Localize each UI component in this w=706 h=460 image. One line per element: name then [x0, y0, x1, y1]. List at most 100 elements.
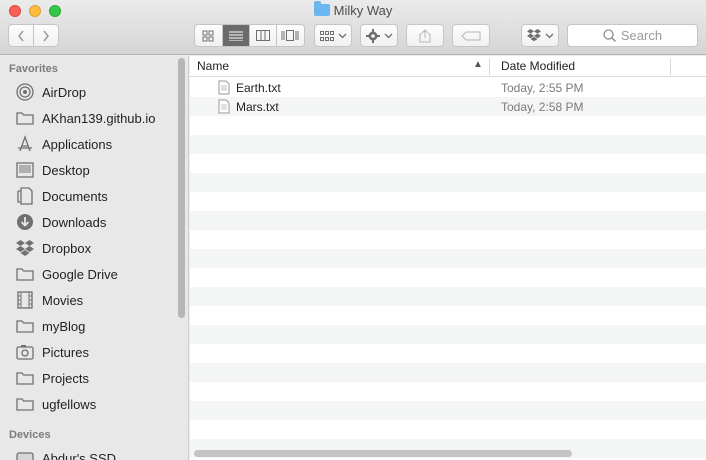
sidebar-item-label: AKhan139.github.io — [42, 110, 156, 126]
window-title-text: Milky Way — [333, 3, 393, 18]
empty-row — [190, 173, 706, 192]
file-list: Name ▲ Date Modified Earth.txt Today, 2:… — [190, 56, 706, 460]
sidebar: Favorites AirDrop AKhan139.github.io App… — [0, 56, 189, 460]
folder-icon — [16, 109, 34, 127]
disk-icon — [16, 449, 34, 460]
sidebar-item-label: Desktop — [42, 162, 90, 178]
folder-icon — [16, 395, 34, 413]
gear-icon — [365, 28, 380, 43]
icon-view-button[interactable] — [195, 25, 223, 46]
sidebar-item-ssd[interactable]: Abdur's SSD — [16, 447, 116, 460]
downloads-icon — [16, 213, 34, 231]
share-icon — [419, 28, 431, 42]
sidebar-item-label: Google Drive — [42, 266, 118, 282]
tag-icon — [461, 31, 481, 40]
tags-button[interactable] — [452, 24, 490, 47]
chevron-right-icon — [43, 30, 49, 41]
file-name: Mars.txt — [236, 100, 279, 114]
empty-row — [190, 211, 706, 230]
folder-icon — [313, 1, 330, 16]
action-button[interactable] — [360, 24, 398, 47]
sidebar-item-pictures[interactable]: Pictures — [16, 341, 89, 363]
empty-row — [190, 344, 706, 363]
chevron-left-icon — [18, 30, 24, 41]
desktop-icon — [16, 161, 34, 179]
file-row-earth[interactable]: Earth.txt Today, 2:55 PM — [190, 78, 706, 97]
coverflow-view-icon — [281, 30, 299, 41]
arrange-button[interactable] — [314, 24, 352, 47]
sidebar-item-label: Abdur's SSD — [42, 450, 117, 460]
folder-icon — [16, 317, 34, 335]
column-divider[interactable] — [489, 58, 490, 75]
sidebar-item-documents[interactable]: Documents — [16, 185, 108, 207]
sidebar-item-desktop[interactable]: Desktop — [16, 159, 90, 181]
text-file-icon — [218, 99, 230, 117]
folder-icon — [16, 369, 34, 387]
dropbox-icon — [16, 239, 34, 257]
arrange-icon — [319, 30, 334, 41]
sidebar-item-label: Projects — [42, 370, 89, 386]
airdrop-icon — [16, 83, 34, 101]
date-modified-column-header[interactable]: Date Modified — [501, 59, 575, 73]
empty-row — [190, 401, 706, 420]
documents-icon — [16, 187, 34, 205]
search-placeholder: Search — [620, 28, 663, 43]
empty-row — [190, 116, 706, 135]
sidebar-item-downloads[interactable]: Downloads — [16, 211, 106, 233]
search-input[interactable]: Search — [567, 24, 698, 47]
empty-row — [190, 325, 706, 344]
forward-button[interactable] — [34, 25, 58, 46]
empty-row — [190, 420, 706, 439]
sidebar-item-myblog[interactable]: myBlog — [16, 315, 85, 337]
chevron-down-icon — [338, 33, 346, 38]
sidebar-item-dropbox[interactable]: Dropbox — [16, 237, 91, 259]
list-view-button[interactable] — [222, 25, 250, 46]
dropbox-icon — [526, 29, 541, 42]
file-date: Today, 2:55 PM — [501, 81, 584, 95]
coverflow-view-button[interactable] — [277, 25, 304, 46]
sidebar-item-label: Documents — [42, 188, 108, 204]
list-view-icon — [228, 31, 243, 41]
empty-row — [190, 154, 706, 173]
name-column-header[interactable]: Name — [197, 59, 229, 73]
empty-row — [190, 249, 706, 268]
back-button[interactable] — [9, 25, 34, 46]
column-view-button[interactable] — [250, 25, 277, 46]
sidebar-item-label: AirDrop — [42, 84, 87, 100]
sidebar-item-movies[interactable]: Movies — [16, 289, 83, 311]
file-date: Today, 2:58 PM — [501, 100, 584, 114]
window-title: Milky Way — [0, 1, 706, 18]
sidebar-item-akhan139[interactable]: AKhan139.github.io — [16, 107, 155, 129]
pictures-icon — [16, 343, 34, 361]
view-mode-control — [194, 24, 305, 47]
column-divider[interactable] — [670, 58, 671, 75]
sidebar-item-applications[interactable]: Applications — [16, 133, 112, 155]
empty-row — [190, 192, 706, 211]
navigation-buttons — [8, 24, 59, 47]
column-header: Name ▲ Date Modified — [190, 56, 706, 77]
sidebar-item-ugfellows[interactable]: ugfellows — [16, 393, 96, 415]
empty-row — [190, 268, 706, 287]
sidebar-item-label: Pictures — [42, 344, 89, 360]
empty-row — [190, 135, 706, 154]
share-button[interactable] — [406, 24, 444, 47]
empty-row — [190, 306, 706, 325]
sidebar-item-label: Downloads — [42, 214, 107, 230]
chevron-down-icon — [545, 33, 553, 38]
title-bar: Milky Way Search — [0, 0, 706, 55]
text-file-icon — [218, 80, 230, 98]
sidebar-item-label: Applications — [42, 136, 113, 152]
folder-icon — [16, 265, 34, 283]
sidebar-item-google-drive[interactable]: Google Drive — [16, 263, 118, 285]
devices-header: Devices — [9, 429, 51, 441]
column-view-icon — [255, 30, 270, 41]
horizontal-scrollbar[interactable] — [194, 450, 572, 457]
sidebar-item-projects[interactable]: Projects — [16, 367, 89, 389]
icon-view-icon — [202, 30, 214, 41]
dropbox-button[interactable] — [521, 24, 559, 47]
sidebar-scrollbar[interactable] — [178, 58, 185, 318]
sidebar-item-airdrop[interactable]: AirDrop — [16, 81, 86, 103]
file-row-mars[interactable]: Mars.txt Today, 2:58 PM — [190, 97, 706, 116]
sidebar-item-label: myBlog — [42, 318, 86, 334]
sidebar-item-label: Movies — [42, 292, 84, 308]
